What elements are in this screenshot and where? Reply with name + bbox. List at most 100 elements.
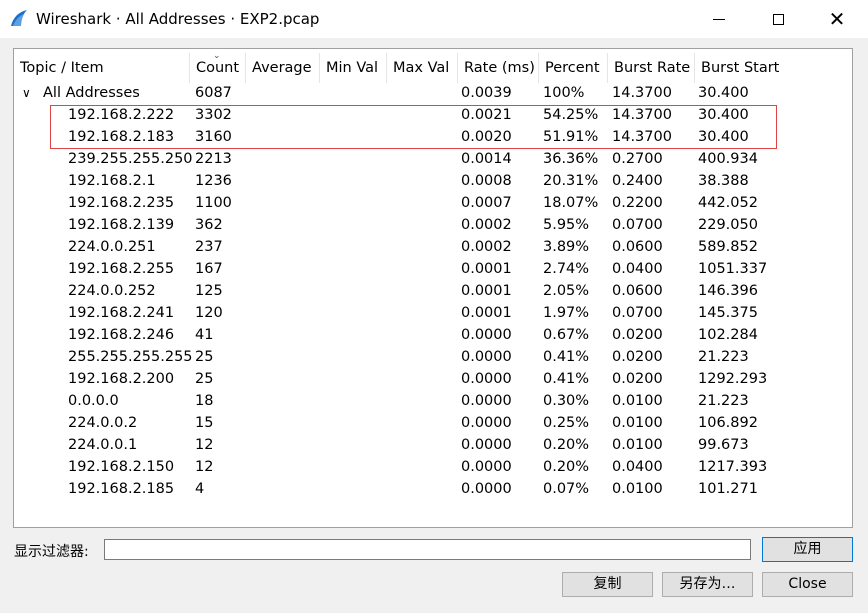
apply-button[interactable]: 应用	[762, 537, 853, 562]
item-cell: 255.255.255.255	[68, 349, 193, 365]
col-header-max-val[interactable]: Max Val	[387, 53, 458, 83]
tree-row[interactable]: 224.0.0.2 15 0.0000 0.25% 0.0100 106.892	[14, 412, 852, 434]
percent-cell: 1.97%	[543, 305, 590, 321]
col-header-burst-rate[interactable]: Burst Rate	[608, 53, 695, 83]
percent-cell: 100%	[543, 85, 585, 101]
percent-cell: 18.07%	[543, 195, 599, 211]
tree-row[interactable]: 192.168.2.246 41 0.0000 0.67% 0.0200 102.284	[14, 324, 852, 346]
burst-start-cell: 30.400	[698, 107, 749, 123]
tree-row[interactable]: 192.168.2.222 3302 0.0021 54.25% 14.3700 30.4…	[14, 104, 852, 126]
burst-rate-cell: 0.0700	[612, 217, 663, 233]
item-cell: 192.168.2.241	[68, 305, 175, 321]
burst-start-cell: 106.892	[698, 415, 758, 431]
item-cell: 192.168.2.235	[68, 195, 175, 211]
tree-row[interactable]: 0.0.0.0 18 0.0000 0.30% 0.0100 21.223	[14, 390, 852, 412]
tree-row[interactable]: 224.0.0.251 237 0.0002 3.89% 0.0600 589.852	[14, 236, 852, 258]
percent-cell: 0.25%	[543, 415, 590, 431]
percent-cell: 0.20%	[543, 459, 590, 475]
count-cell: 18	[195, 393, 214, 409]
burst-rate-cell: 0.0400	[612, 261, 663, 277]
tree-row[interactable]: 224.0.0.1 12 0.0000 0.20% 0.0100 99.673	[14, 434, 852, 456]
item-cell: All Addresses	[43, 85, 140, 101]
save-as-button[interactable]: 另存为…	[662, 572, 753, 597]
display-filter-label: 显示过滤器:	[14, 544, 89, 560]
minimize-button[interactable]	[696, 0, 742, 38]
percent-cell: 0.30%	[543, 393, 590, 409]
count-cell: 362	[195, 217, 223, 233]
percent-cell: 2.05%	[543, 283, 590, 299]
burst-start-cell: 589.852	[698, 239, 758, 255]
item-cell: 192.168.2.139	[68, 217, 175, 233]
count-cell: 2213	[195, 151, 232, 167]
rate-cell: 0.0001	[461, 305, 512, 321]
col-header-topic[interactable]: Topic / Item	[14, 53, 190, 83]
tree-row-root[interactable]: ∨ All Addresses 6087 0.0039 100% 14.3700…	[14, 82, 852, 104]
col-header-percent[interactable]: Percent	[539, 53, 608, 83]
rate-cell: 0.0000	[461, 459, 512, 475]
burst-rate-cell: 0.2200	[612, 195, 663, 211]
percent-cell: 0.20%	[543, 437, 590, 453]
rate-cell: 0.0002	[461, 239, 512, 255]
col-header-rate[interactable]: Rate (ms)	[458, 53, 539, 83]
tree-row[interactable]: 192.168.2.183 3160 0.0020 51.91% 14.3700 30.4…	[14, 126, 852, 148]
percent-cell: 20.31%	[543, 173, 599, 189]
tree-row[interactable]: 255.255.255.255 25 0.0000 0.41% 0.0200 21.223	[14, 346, 852, 368]
percent-cell: 5.95%	[543, 217, 590, 233]
close-window-button[interactable]: ✕	[814, 0, 860, 38]
percent-cell: 54.25%	[543, 107, 599, 123]
percent-cell: 0.41%	[543, 349, 590, 365]
col-header-burst-start[interactable]: Burst Start	[695, 53, 852, 83]
window-title: Wireshark · All Addresses · EXP2.pcap	[36, 10, 320, 28]
burst-rate-cell: 14.3700	[612, 107, 672, 123]
tree-row[interactable]: 192.168.2.150 12 0.0000 0.20% 0.0400 1217.393	[14, 456, 852, 478]
count-cell: 125	[195, 283, 223, 299]
burst-rate-cell: 0.0100	[612, 415, 663, 431]
tree-row[interactable]: 239.255.255.250 2213 0.0014 36.36% 0.2700 400…	[14, 148, 852, 170]
count-cell: 12	[195, 437, 214, 453]
count-cell: 237	[195, 239, 223, 255]
count-cell: 6087	[195, 85, 232, 101]
tree-row[interactable]: 192.168.2.241 120 0.0001 1.97% 0.0700 145.375	[14, 302, 852, 324]
tree-row[interactable]: 192.168.2.235 1100 0.0007 18.07% 0.2200 442.0…	[14, 192, 852, 214]
count-cell: 3302	[195, 107, 232, 123]
percent-cell: 0.67%	[543, 327, 590, 343]
tree-row[interactable]: 192.168.2.139 362 0.0002 5.95% 0.0700 229.050	[14, 214, 852, 236]
rate-cell: 0.0000	[461, 371, 512, 387]
maximize-button[interactable]	[755, 0, 801, 38]
col-header-min-val[interactable]: Min Val	[320, 53, 387, 83]
percent-cell: 51.91%	[543, 129, 599, 145]
item-cell: 192.168.2.200	[68, 371, 175, 387]
percent-cell: 0.07%	[543, 481, 590, 497]
item-cell: 192.168.2.246	[68, 327, 175, 343]
col-header-average[interactable]: Average	[246, 53, 320, 83]
burst-start-cell: 21.223	[698, 349, 749, 365]
count-cell: 12	[195, 459, 214, 475]
tree-row[interactable]: 192.168.2.200 25 0.0000 0.41% 0.0200 1292.293	[14, 368, 852, 390]
display-filter-input[interactable]	[104, 539, 751, 560]
rate-cell: 0.0039	[461, 85, 512, 101]
count-cell: 3160	[195, 129, 232, 145]
rate-cell: 0.0008	[461, 173, 512, 189]
copy-button[interactable]: 复制	[562, 572, 653, 597]
rate-cell: 0.0000	[461, 349, 512, 365]
collapse-chevron-icon[interactable]: ∨	[22, 82, 31, 104]
column-header: Topic / Item Count ⌄ Average Min Val Max…	[14, 49, 852, 83]
burst-start-cell: 30.400	[698, 85, 749, 101]
count-cell: 15	[195, 415, 214, 431]
close-button[interactable]: Close	[762, 572, 853, 597]
burst-rate-cell: 0.0700	[612, 305, 663, 321]
statistics-tree[interactable]: Topic / Item Count ⌄ Average Min Val Max…	[13, 48, 853, 528]
burst-rate-cell: 14.3700	[612, 129, 672, 145]
tree-row[interactable]: 192.168.2.255 167 0.0001 2.74% 0.0400 1051.33…	[14, 258, 852, 280]
tree-row[interactable]: 192.168.2.1 1236 0.0008 20.31% 0.2400 38.388	[14, 170, 852, 192]
rate-cell: 0.0000	[461, 393, 512, 409]
item-cell: 224.0.0.1	[68, 437, 138, 453]
rate-cell: 0.0000	[461, 415, 512, 431]
tree-row[interactable]: 224.0.0.252 125 0.0001 2.05% 0.0600 146.396	[14, 280, 852, 302]
burst-rate-cell: 0.0600	[612, 239, 663, 255]
item-cell: 224.0.0.252	[68, 283, 156, 299]
item-cell: 224.0.0.2	[68, 415, 138, 431]
wireshark-fin-icon	[11, 10, 27, 26]
tree-row[interactable]: 192.168.2.185 4 0.0000 0.07% 0.0100 101.271	[14, 478, 852, 500]
burst-rate-cell: 0.0100	[612, 393, 663, 409]
